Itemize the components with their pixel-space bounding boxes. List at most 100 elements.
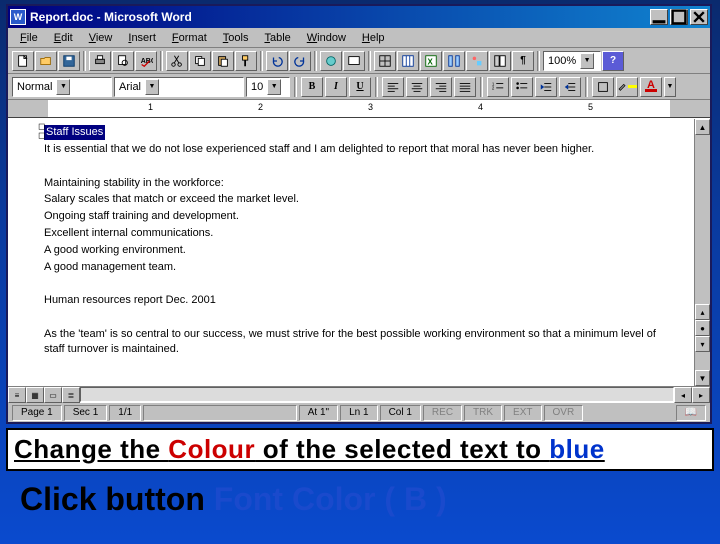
print-preview-icon[interactable]: [112, 51, 134, 71]
ruler[interactable]: 1 2 3 4 5: [8, 100, 710, 118]
excel-icon[interactable]: X: [420, 51, 442, 71]
selected-text[interactable]: Staff Issues: [44, 125, 105, 140]
format-painter-icon[interactable]: [235, 51, 257, 71]
menu-edit[interactable]: Edit: [46, 30, 81, 46]
chevron-down-icon[interactable]: ▼: [145, 79, 159, 95]
menu-view[interactable]: View: [81, 30, 121, 46]
formatting-toolbar: Normal ▼ Arial ▼ 10 ▼ B I U 12 A ▼: [8, 74, 710, 100]
web-toolbar-icon[interactable]: [343, 51, 365, 71]
align-justify-icon[interactable]: [454, 77, 476, 97]
menu-format[interactable]: Format: [164, 30, 215, 46]
undo-icon[interactable]: [266, 51, 288, 71]
statusbar: Page 1 Sec 1 1/1 At 1" Ln 1 Col 1 REC TR…: [8, 402, 710, 422]
doc-list-heading[interactable]: Maintaining stability in the workforce:: [44, 176, 678, 191]
insert-table-icon[interactable]: [397, 51, 419, 71]
align-right-icon[interactable]: [430, 77, 452, 97]
help-icon[interactable]: ?: [602, 51, 624, 71]
chevron-down-icon[interactable]: ▼: [580, 53, 594, 69]
print-icon[interactable]: [89, 51, 111, 71]
align-center-icon[interactable]: [406, 77, 428, 97]
page-layout-view-icon[interactable]: ▭: [44, 387, 62, 403]
scroll-left-icon[interactable]: ◂: [674, 387, 692, 403]
bulleted-list-icon[interactable]: [511, 77, 533, 97]
paste-icon[interactable]: [212, 51, 234, 71]
doc-list-item[interactable]: A good management team.: [44, 260, 678, 275]
status-ovr[interactable]: OVR: [544, 405, 584, 421]
status-rec[interactable]: REC: [423, 405, 462, 421]
status-trk[interactable]: TRK: [464, 405, 502, 421]
bold-button[interactable]: B: [301, 77, 323, 97]
font-color-button[interactable]: A: [640, 77, 662, 97]
next-page-icon[interactable]: ▾: [695, 336, 710, 352]
horizontal-scrollbar[interactable]: [80, 387, 674, 402]
document-area[interactable]: ◻◻ Staff Issues It is essential that we …: [8, 118, 710, 386]
doc-paragraph[interactable]: It is essential that we do not lose expe…: [44, 142, 678, 157]
menubar: File Edit View Insert Format Tools Table…: [8, 28, 710, 48]
maximize-button[interactable]: [670, 9, 688, 25]
hyperlink-icon[interactable]: [320, 51, 342, 71]
style-dropdown[interactable]: Normal ▼: [12, 77, 112, 97]
status-line: Ln 1: [340, 405, 377, 421]
menu-file[interactable]: File: [12, 30, 46, 46]
highlight-button[interactable]: [616, 77, 638, 97]
cut-icon[interactable]: [166, 51, 188, 71]
show-paragraph-icon[interactable]: ¶: [512, 51, 534, 71]
decrease-indent-icon[interactable]: [535, 77, 557, 97]
instr2-pre: Click button: [20, 481, 214, 517]
menu-window[interactable]: Window: [299, 30, 354, 46]
font-value: Arial: [119, 81, 141, 93]
redo-icon[interactable]: [289, 51, 311, 71]
italic-button[interactable]: I: [325, 77, 347, 97]
status-ext[interactable]: EXT: [504, 405, 541, 421]
font-size-dropdown[interactable]: 10 ▼: [246, 77, 290, 97]
minimize-button[interactable]: [650, 9, 668, 25]
doc-hr-line[interactable]: Human resources report Dec. 2001: [44, 293, 678, 308]
open-icon[interactable]: [35, 51, 57, 71]
borders-icon[interactable]: [592, 77, 614, 97]
new-doc-icon[interactable]: [12, 51, 34, 71]
doc-paragraph[interactable]: As the 'team' is so central to our succe…: [44, 327, 678, 357]
font-dropdown[interactable]: Arial ▼: [114, 77, 244, 97]
document-content[interactable]: Staff Issues It is essential that we do …: [8, 119, 710, 365]
vertical-scrollbar[interactable]: ▲ ▴ ● ▾ ▼: [694, 119, 710, 386]
save-icon[interactable]: [58, 51, 80, 71]
columns-icon[interactable]: [443, 51, 465, 71]
normal-view-icon[interactable]: ≡: [8, 387, 26, 403]
scroll-right-icon[interactable]: ▸: [692, 387, 710, 403]
font-color-dropdown[interactable]: ▼: [664, 77, 676, 97]
menu-help[interactable]: Help: [354, 30, 393, 46]
instr1-blue: blue: [549, 434, 604, 464]
outline-view-icon[interactable]: ≣: [62, 387, 80, 403]
scroll-down-icon[interactable]: ▼: [695, 370, 710, 386]
doc-list-item[interactable]: Salary scales that match or exceed the m…: [44, 192, 678, 207]
zoom-dropdown[interactable]: 100% ▼: [543, 51, 601, 71]
drawing-icon[interactable]: [466, 51, 488, 71]
increase-indent-icon[interactable]: [559, 77, 581, 97]
status-col: Col 1: [380, 405, 421, 421]
doc-list-item[interactable]: Ongoing staff training and development.: [44, 209, 678, 224]
font-color-letter: A: [647, 81, 655, 89]
menu-table[interactable]: Table: [256, 30, 298, 46]
doc-list-item[interactable]: A good working environment.: [44, 243, 678, 258]
align-left-icon[interactable]: [382, 77, 404, 97]
svg-text:2: 2: [492, 85, 495, 90]
spellcheck-icon[interactable]: ABC: [135, 51, 157, 71]
menu-insert[interactable]: Insert: [120, 30, 164, 46]
doc-list-item[interactable]: Excellent internal communications.: [44, 226, 678, 241]
doc-map-icon[interactable]: [489, 51, 511, 71]
menu-tools[interactable]: Tools: [215, 30, 257, 46]
copy-icon[interactable]: [189, 51, 211, 71]
scroll-up-icon[interactable]: ▲: [695, 119, 710, 135]
numbered-list-icon[interactable]: 12: [487, 77, 509, 97]
tables-borders-icon[interactable]: [374, 51, 396, 71]
status-book-icon[interactable]: 📖: [676, 405, 706, 421]
chevron-down-icon[interactable]: ▼: [267, 79, 281, 95]
online-layout-view-icon[interactable]: ▦: [26, 387, 44, 403]
underline-button[interactable]: U: [349, 77, 371, 97]
browse-object-icon[interactable]: ●: [695, 320, 710, 336]
ruler-tick: 5: [588, 102, 593, 112]
chevron-down-icon[interactable]: ▼: [56, 79, 70, 95]
close-button[interactable]: [690, 9, 708, 25]
prev-page-icon[interactable]: ▴: [695, 304, 710, 320]
status-section: Sec 1: [64, 405, 108, 421]
